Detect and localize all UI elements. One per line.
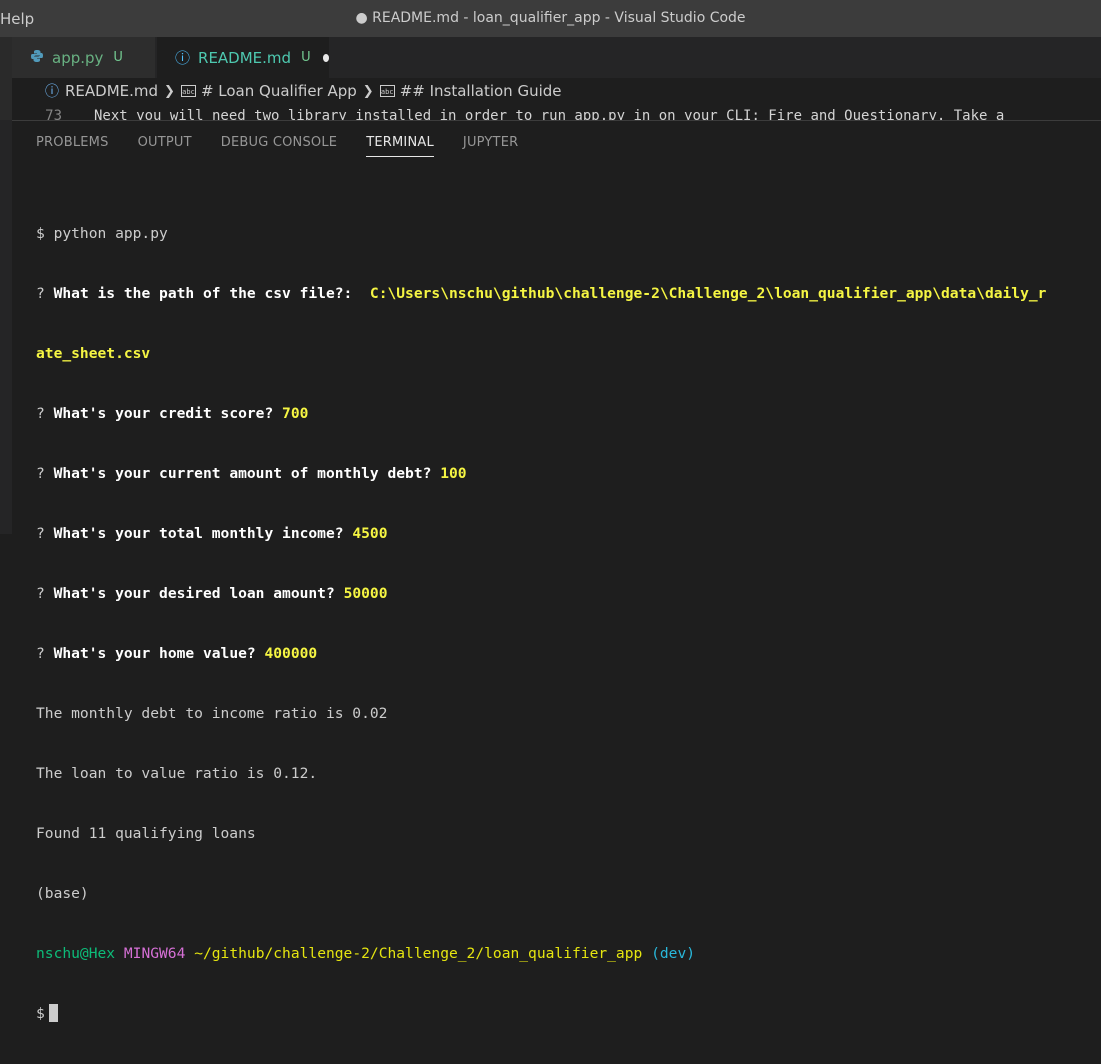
- answer-text: 400000: [264, 645, 318, 662]
- question-mark: ?: [36, 285, 45, 302]
- unsaved-dot-icon[interactable]: [322, 53, 329, 62]
- prompt-user: nschu@Hex: [36, 945, 116, 962]
- string-symbol-icon: abc: [379, 85, 395, 97]
- terminal-question: ? What's your total monthly income? 4500: [36, 524, 1046, 544]
- terminal-output-line: Found 11 qualifying loans: [36, 825, 256, 842]
- question-text: What's your current amount of monthly de…: [53, 465, 432, 482]
- terminal-question: ? What's your desired loan amount? 50000: [36, 584, 1046, 604]
- tab-label: app.py: [52, 48, 104, 67]
- terminal-output-line: (base): [36, 885, 89, 902]
- question-text: What's your home value?: [53, 645, 256, 662]
- terminal-command: $ python app.py: [36, 225, 168, 242]
- terminal-output[interactable]: $ python app.py ? What is the path of th…: [36, 184, 1046, 1064]
- tab-output[interactable]: OUTPUT: [138, 135, 192, 157]
- question-mark: ?: [36, 585, 45, 602]
- terminal-cursor: [48, 1004, 58, 1022]
- breadcrumb-heading1-label: # Loan Qualifier App: [200, 82, 357, 100]
- breadcrumb-heading1[interactable]: ❯ abc # Loan Qualifier App: [158, 82, 357, 100]
- tab-debug-console[interactable]: DEBUG CONSOLE: [221, 135, 337, 157]
- title-bar: Help ● README.md - loan_qualifier_app - …: [0, 0, 1101, 37]
- prompt-branch: (dev): [651, 945, 696, 962]
- question-text: What's your credit score?: [53, 405, 274, 422]
- prompt-symbol: $: [36, 1005, 45, 1022]
- terminal-output-line: The monthly debt to income ratio is 0.02: [36, 705, 388, 722]
- window-title: ● README.md - loan_qualifier_app - Visua…: [355, 10, 746, 26]
- answer-text: 100: [440, 465, 467, 482]
- terminal-prompt: nschu@Hex MINGW64 ~/github/challenge-2/C…: [36, 944, 1046, 964]
- question-text: What's your desired loan amount?: [53, 585, 335, 602]
- info-icon: ⓘ: [45, 84, 59, 100]
- answer-text: 700: [282, 405, 309, 422]
- python-icon: [30, 49, 44, 67]
- answer-text: C:\Users\nschu\github\challenge-2\Challe…: [369, 285, 1047, 302]
- editor-tab-bar: app.py U ⓘ README.md U: [0, 37, 1101, 78]
- terminal-question: ? What's your current amount of monthly …: [36, 464, 1046, 484]
- line-text: Next you will need two library installed…: [94, 108, 1005, 120]
- chevron-right-icon: ❯: [164, 83, 175, 99]
- question-text: What is the path of the csv file?:: [53, 285, 353, 302]
- info-icon: ⓘ: [175, 49, 191, 67]
- terminal-answer-continuation: ate_sheet.csv: [36, 344, 1046, 364]
- string-symbol-icon: abc: [180, 85, 196, 97]
- answer-text: 50000: [343, 585, 388, 602]
- terminal-question: ? What's your home value? 400000: [36, 644, 1046, 664]
- breadcrumb: ⓘ README.md ❯ abc # Loan Qualifier App ❯…: [12, 78, 1101, 104]
- question-mark: ?: [36, 645, 45, 662]
- bottom-panel: PROBLEMS OUTPUT DEBUG CONSOLE TERMINAL J…: [12, 120, 1101, 1022]
- tab-app-py[interactable]: app.py U: [12, 37, 156, 78]
- terminal-input-line[interactable]: $: [36, 1004, 1046, 1024]
- tab-readme-md[interactable]: ⓘ README.md U: [157, 37, 329, 78]
- breadcrumb-heading2[interactable]: ❯ abc ## Installation Guide: [357, 82, 562, 100]
- terminal-output-line: The loan to value ratio is 0.12.: [36, 765, 318, 782]
- prompt-path: ~/github/challenge-2/Challenge_2/loan_qu…: [194, 945, 643, 962]
- tab-label: README.md: [198, 48, 292, 67]
- terminal-question: ? What is the path of the csv file?: C:\…: [36, 284, 1046, 304]
- breadcrumb-file[interactable]: ⓘ README.md: [12, 81, 158, 101]
- answer-text: ate_sheet.csv: [36, 345, 151, 362]
- chevron-right-icon: ❯: [362, 83, 374, 99]
- terminal-question: ? What's your credit score? 700: [36, 404, 1046, 424]
- breadcrumb-heading2-label: ## Installation Guide: [399, 82, 562, 100]
- tab-problems[interactable]: PROBLEMS: [36, 135, 109, 157]
- untracked-badge: U: [301, 50, 311, 65]
- question-mark: ?: [36, 465, 45, 482]
- prompt-system: MINGW64: [123, 945, 186, 962]
- sidebar-edge: [0, 120, 12, 534]
- tab-terminal[interactable]: TERMINAL: [366, 135, 434, 157]
- breadcrumb-file-label: README.md: [65, 82, 159, 100]
- editor-visible-line[interactable]: 73 Next you will need two library install…: [12, 104, 1101, 120]
- panel-tabs: PROBLEMS OUTPUT DEBUG CONSOLE TERMINAL J…: [36, 135, 547, 157]
- untracked-badge: U: [113, 50, 123, 65]
- question-mark: ?: [36, 405, 45, 422]
- line-number: 73: [45, 108, 62, 120]
- tab-jupyter[interactable]: JUPYTER: [463, 135, 518, 157]
